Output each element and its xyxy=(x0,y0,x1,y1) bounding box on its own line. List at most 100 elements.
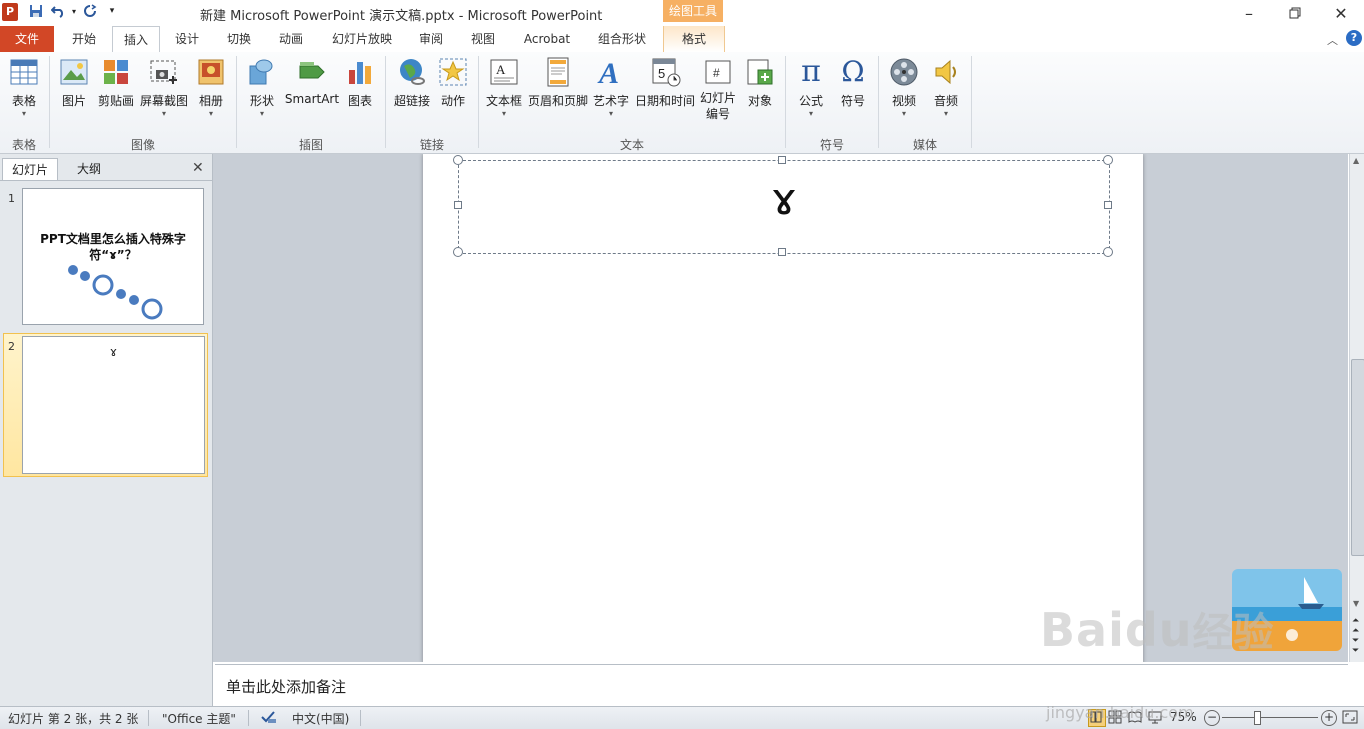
scroll-thumb[interactable] xyxy=(1351,359,1364,556)
ribbon-tabs: 文件 开始 插入 设计 切换 动画 幻灯片放映 审阅 视图 Acrobat 组合… xyxy=(0,26,1364,54)
photo-album-button[interactable]: 相册 ▾ xyxy=(194,56,228,119)
zoom-out-icon[interactable]: − xyxy=(1204,710,1220,726)
help-icon[interactable]: ? xyxy=(1346,30,1362,46)
slide-thumbnail-1[interactable]: PPT文档里怎么插入特殊字符“ɤ”？ xyxy=(22,188,204,325)
undo-icon[interactable] xyxy=(50,3,66,19)
tab-animations[interactable]: 动画 xyxy=(268,26,314,52)
slide-number-icon: # xyxy=(705,60,731,84)
resize-handle[interactable] xyxy=(453,155,463,165)
zoom-in-icon[interactable]: + xyxy=(1321,710,1337,726)
video-button[interactable]: 视频 ▾ xyxy=(886,56,922,119)
svg-text:A: A xyxy=(496,62,506,77)
tab-outline[interactable]: 大纲 xyxy=(60,158,118,180)
speaker-icon xyxy=(935,59,956,85)
resize-handle[interactable] xyxy=(453,247,463,257)
selected-text-box[interactable]: ɤ xyxy=(458,160,1110,254)
powerpoint-logo-icon[interactable]: P xyxy=(2,3,18,21)
notes-pane[interactable]: 单击此处添加备注 xyxy=(215,664,1348,707)
fit-to-window-icon[interactable] xyxy=(1342,710,1358,727)
status-divider xyxy=(148,710,149,726)
shapes-button[interactable]: 形状 ▾ xyxy=(244,56,280,119)
theme-status: "Office 主题" xyxy=(162,712,236,726)
tab-design[interactable]: 设计 xyxy=(164,26,210,52)
tab-view[interactable]: 视图 xyxy=(460,26,506,52)
next-slide-icon[interactable]: ⏷ ⏷ xyxy=(1352,636,1359,656)
tab-file[interactable]: 文件 xyxy=(0,26,54,52)
date-time-button[interactable]: 5 日期和时间 xyxy=(633,56,697,109)
svg-text:#: # xyxy=(713,66,720,80)
wordart-button[interactable]: A 艺术字 ▾ xyxy=(592,56,630,119)
object-button[interactable]: 对象 xyxy=(742,56,778,109)
tab-slides[interactable]: 幻灯片 xyxy=(2,158,58,181)
clipart-button[interactable]: 剪贴画 xyxy=(96,56,136,109)
textbox-label: 文本框 xyxy=(485,94,522,108)
tab-insert[interactable]: 插入 xyxy=(112,26,160,54)
window-title: 新建 Microsoft PowerPoint 演示文稿.pptx - Micr… xyxy=(200,9,603,24)
tab-slideshow[interactable]: 幻灯片放映 xyxy=(322,26,402,52)
resize-handle[interactable] xyxy=(778,248,786,256)
restore-icon[interactable] xyxy=(1272,0,1318,26)
resize-handle[interactable] xyxy=(1104,201,1112,209)
collapse-ribbon-icon[interactable]: ︿ xyxy=(1327,32,1338,48)
slide-1-circles-decoration xyxy=(68,265,163,320)
textbox-button[interactable]: A 文本框 ▾ xyxy=(484,56,524,119)
close-window-icon[interactable]: ✕ xyxy=(1318,0,1364,26)
minimize-icon[interactable]: – xyxy=(1226,0,1272,26)
tab-transitions[interactable]: 切换 xyxy=(216,26,262,52)
customize-qat-icon[interactable]: ▾ xyxy=(104,3,120,19)
resize-handle[interactable] xyxy=(778,156,786,164)
slide-number-button[interactable]: # 幻灯片 编号 xyxy=(698,56,738,122)
undo-dropdown-icon[interactable]: ▾ xyxy=(66,3,82,19)
group-divider xyxy=(49,56,50,148)
tab-acrobat[interactable]: Acrobat xyxy=(514,26,580,52)
notes-placeholder: 单击此处添加备注 xyxy=(226,678,347,696)
chart-button[interactable]: 图表 xyxy=(342,56,378,109)
chevron-down-icon: ▾ xyxy=(901,109,906,118)
group-divider xyxy=(785,56,786,148)
group-label-illustrations: 插图 xyxy=(298,138,323,152)
watermark-brand-cn: 经验 xyxy=(1192,610,1275,656)
slide-thumbnail-2[interactable]: ɤ xyxy=(22,336,205,474)
hyperlink-button[interactable]: 超链接 xyxy=(390,56,434,109)
scroll-down-icon[interactable]: ▼ xyxy=(1353,599,1359,608)
table-button[interactable]: 表格 ▾ xyxy=(4,56,44,119)
picture-label: 图片 xyxy=(61,94,86,108)
smartart-icon xyxy=(299,62,325,79)
resize-handle[interactable] xyxy=(1103,155,1113,165)
chevron-down-icon: ▾ xyxy=(608,109,613,118)
tab-group-shapes[interactable]: 组合形状 xyxy=(588,26,656,52)
tab-format[interactable]: 格式 xyxy=(663,26,725,52)
close-panel-icon[interactable]: ✕ xyxy=(192,160,204,176)
screenshot-button[interactable]: 屏幕截图 ▾ xyxy=(138,56,190,119)
header-footer-button[interactable]: 页眉和页脚 xyxy=(526,56,590,109)
symbol-button[interactable]: Ω 符号 xyxy=(836,56,870,109)
svg-text:A: A xyxy=(597,57,619,88)
clipart-icon xyxy=(104,60,128,84)
tab-home[interactable]: 开始 xyxy=(60,26,108,52)
resize-handle[interactable] xyxy=(454,201,462,209)
previous-slide-icon[interactable]: ⏶ ⏶ xyxy=(1352,616,1359,636)
redo-icon[interactable] xyxy=(82,3,98,19)
ribbon-insert: 表格 ▾ 表格 图片 剪贴画 屏幕截图 ▾ 相册 ▾ 图像 形状 ▾ Smart… xyxy=(0,52,1364,154)
slides-panel: 幻灯片 大纲 ✕ 1 PPT文档里怎么插入特殊字符“ɤ”？ 2 ɤ xyxy=(0,154,213,706)
watermark-brand-text: Baidu xyxy=(1040,603,1193,657)
equation-button[interactable]: π 公式 ▾ xyxy=(794,56,828,119)
spellcheck-icon[interactable] xyxy=(260,710,278,727)
picture-button[interactable]: 图片 xyxy=(56,56,92,109)
screenshot-label: 屏幕截图 xyxy=(139,94,188,108)
clipart-label: 剪贴画 xyxy=(97,94,134,108)
audio-button[interactable]: 音频 ▾ xyxy=(928,56,964,119)
language-status[interactable]: 中文(中国) xyxy=(292,710,349,727)
scroll-up-icon[interactable]: ▲ xyxy=(1353,156,1359,165)
zoom-slider-track[interactable] xyxy=(1222,717,1318,718)
slide-number-label-2: 编号 xyxy=(705,107,730,121)
resize-handle[interactable] xyxy=(1103,247,1113,257)
slide-canvas[interactable]: ɤ xyxy=(423,154,1143,662)
zoom-slider-thumb[interactable] xyxy=(1254,711,1261,725)
smartart-button[interactable]: SmartArt xyxy=(284,56,340,106)
chevron-down-icon: ▾ xyxy=(501,109,506,118)
vertical-scrollbar[interactable]: ▲ ▼ ⏶ ⏶ ⏷ ⏷ xyxy=(1349,154,1364,662)
save-icon[interactable] xyxy=(28,3,44,19)
action-button[interactable]: 动作 xyxy=(436,56,470,109)
tab-review[interactable]: 审阅 xyxy=(408,26,454,52)
